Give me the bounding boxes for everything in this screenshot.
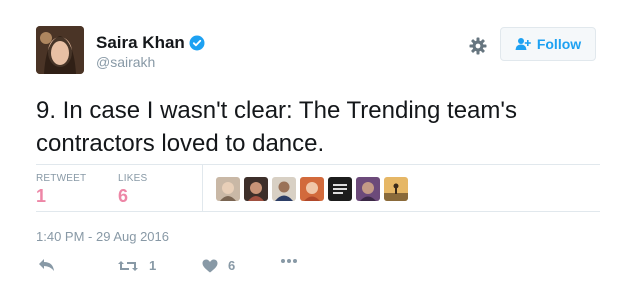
reply-icon (38, 258, 56, 272)
follow-person-icon (515, 37, 531, 51)
liker-avatar[interactable] (328, 177, 352, 201)
profile-name-text[interactable]: Saira Khan (96, 33, 185, 53)
more-button[interactable] (280, 258, 298, 264)
liker-avatar[interactable] (356, 177, 380, 201)
retweet-button[interactable]: 1 (117, 258, 156, 273)
liker-avatar[interactable] (300, 177, 324, 201)
liker-avatar[interactable] (244, 177, 268, 201)
liker-avatar[interactable] (216, 177, 240, 201)
follow-button-label: Follow (536, 36, 582, 52)
retweet-stat-label[interactable]: RETWEET (36, 173, 86, 184)
verified-badge-icon (189, 35, 205, 51)
follow-button[interactable]: Follow (500, 27, 596, 61)
tweet-text: 9. In case I wasn't clear: The Trending … (36, 97, 517, 157)
likes-stat-count[interactable]: 6 (118, 186, 128, 207)
likes-stat-label[interactable]: LIKES (118, 173, 147, 184)
profile-name[interactable]: Saira Khan (96, 33, 205, 53)
like-action-count: 6 (228, 258, 236, 273)
retweet-stat-count[interactable]: 1 (36, 186, 46, 207)
tweet-timestamp[interactable]: 1:40 PM - 29 Aug 2016 (36, 229, 169, 244)
liker-avatars (216, 177, 408, 201)
liker-avatar[interactable] (384, 177, 408, 201)
profile-avatar[interactable] (36, 26, 84, 74)
stats-divider-top (36, 164, 600, 165)
reply-button[interactable] (38, 258, 56, 272)
more-icon (280, 258, 298, 264)
liker-avatar[interactable] (272, 177, 296, 201)
stats-vertical-divider (202, 165, 203, 211)
stats-divider-bottom (36, 211, 600, 212)
gear-icon[interactable] (468, 36, 488, 56)
retweet-icon (117, 259, 139, 273)
like-button[interactable]: 6 (202, 258, 235, 273)
profile-handle[interactable]: @sairakh (96, 54, 155, 70)
heart-icon (202, 259, 218, 273)
retweet-action-count: 1 (149, 258, 157, 273)
